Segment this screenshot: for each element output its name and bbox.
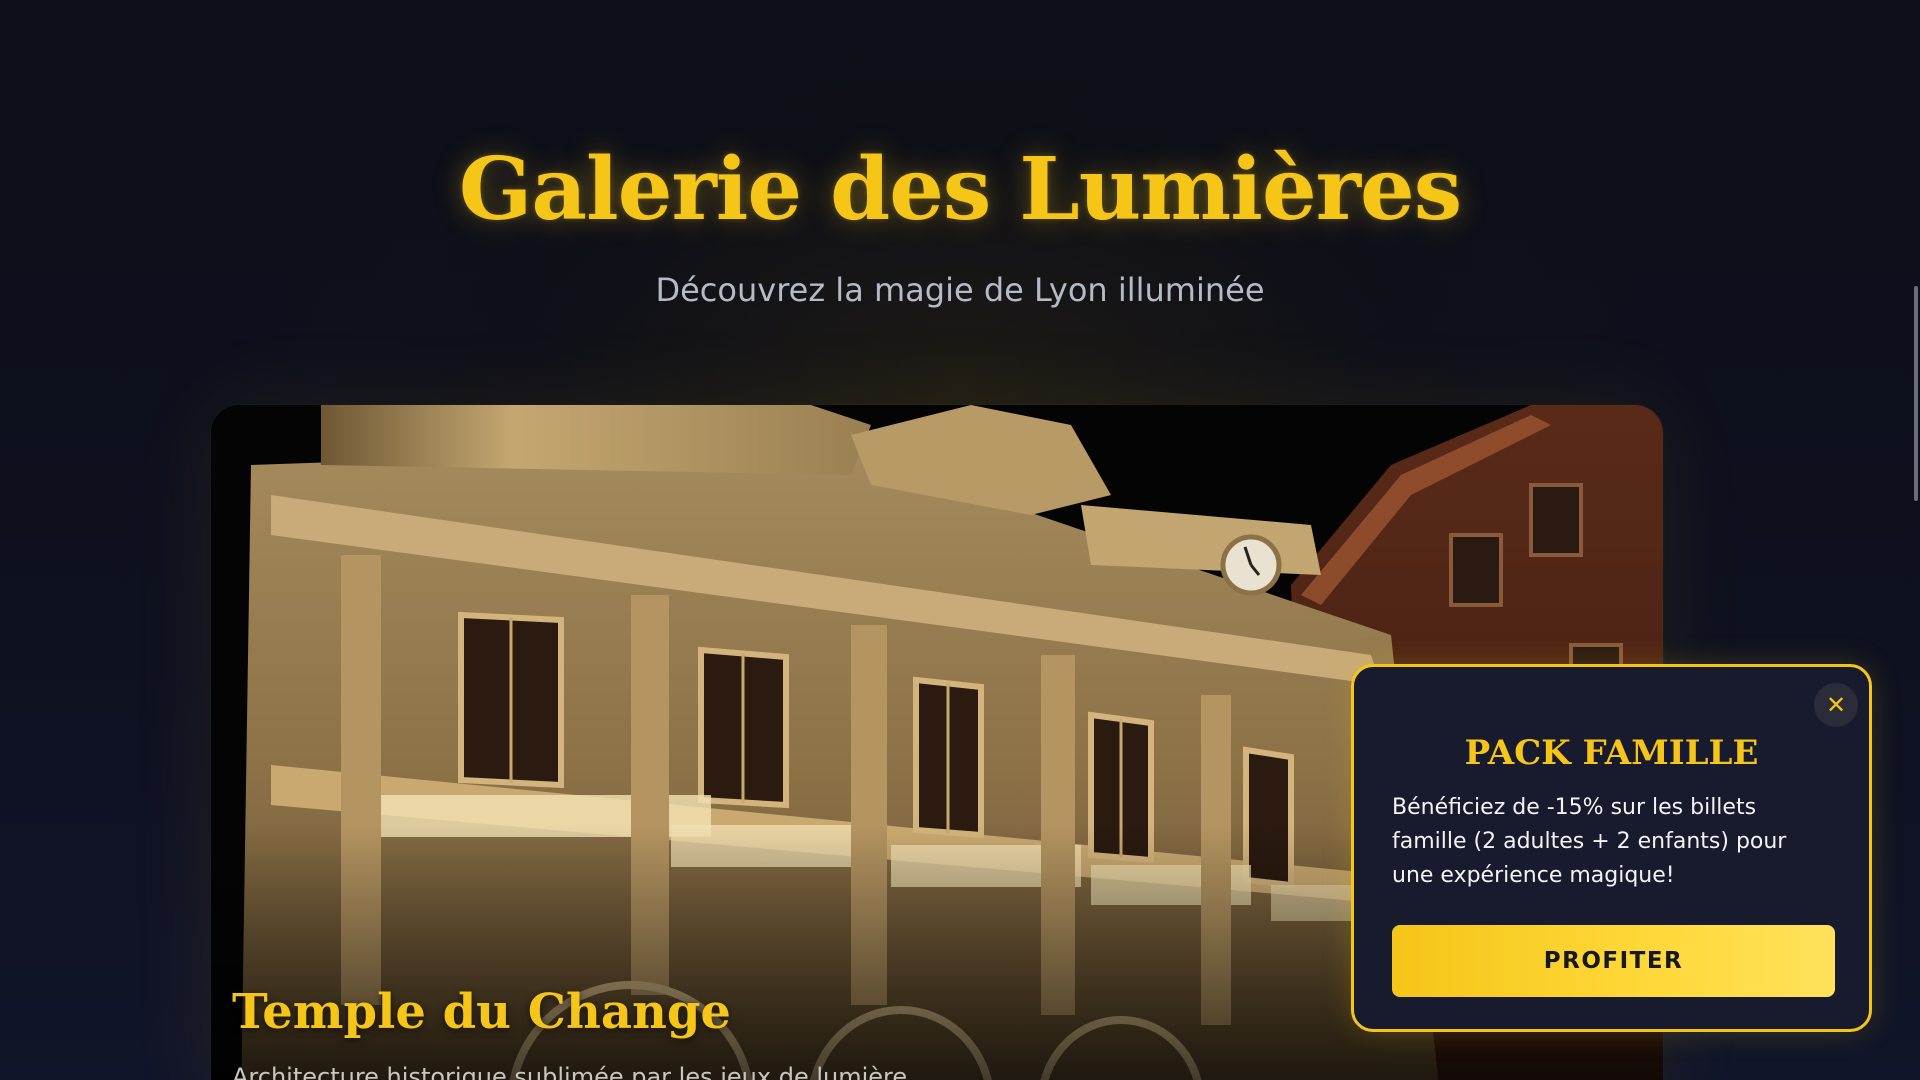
profiter-button[interactable]: PROFITER [1392,925,1835,997]
page-scrollbar[interactable] [1912,0,1920,1080]
close-icon[interactable]: ✕ [1814,683,1858,727]
page-subtitle: Découvrez la magie de Lyon illuminée [655,271,1265,309]
promo-popup: ✕ PACK FAMILLE Bénéficiez de -15% sur le… [1351,664,1872,1032]
promo-text: Bénéficiez de -15% sur les billets famil… [1392,795,1787,888]
gallery-slide-description: Architecture historique sublimée par les… [232,1063,908,1080]
page-title: Galerie des Lumières [458,139,1462,240]
gallery-slide-title: Temple du Change [232,984,731,1040]
promo-title: PACK FAMILLE [1464,733,1759,773]
scrollbar-thumb[interactable] [1914,286,1918,501]
